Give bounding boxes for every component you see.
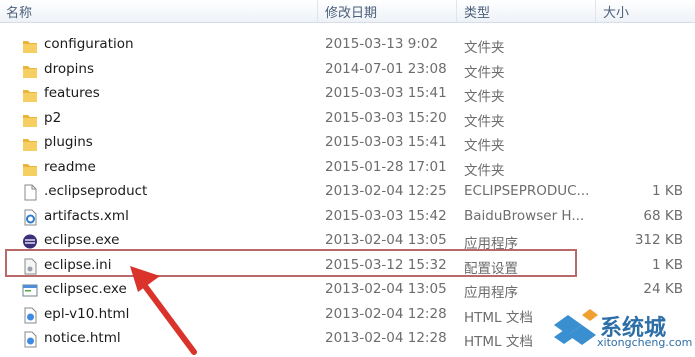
file-type: 文件夹 <box>464 162 505 179</box>
file-row[interactable]: configuration 2015-03-13 9:02 文件夹 <box>0 34 695 58</box>
file-type: 文件夹 <box>464 89 505 105</box>
folder-icon <box>22 37 38 54</box>
file-name: notice.html <box>44 330 121 346</box>
column-divider[interactable] <box>317 0 318 22</box>
column-header-bar: 名称 修改日期 类型 大小 <box>0 0 695 23</box>
file-size: 68 KB <box>643 207 683 224</box>
highlight-box <box>5 249 577 277</box>
file-type: 文件夹 <box>464 138 505 154</box>
file-name: plugins <box>44 134 93 150</box>
file-row[interactable]: features 2015-03-03 15:41 文件夹 <box>0 83 695 107</box>
file-date: 2013-02-04 13:05 <box>325 281 447 297</box>
file-name: artifacts.xml <box>44 207 129 224</box>
file-name: epl-v10.html <box>44 305 130 322</box>
column-header-name[interactable]: 名称 <box>6 2 32 21</box>
column-divider[interactable] <box>456 0 457 22</box>
file-row[interactable]: eclipsec.exe 2013-02-04 13:05 应用程序 24 KB <box>0 279 695 303</box>
file-name: dropins <box>44 60 94 77</box>
xml-file-icon <box>22 209 38 226</box>
file-size: 24 KB <box>643 281 683 297</box>
exe-file-icon <box>22 282 38 299</box>
file-row[interactable]: .eclipseproduct 2013-02-04 12:25 ECLIPSEPR… <box>0 181 695 205</box>
file-type: ECLIPSEPRODUC... <box>464 183 590 199</box>
file-date: 2015-03-03 15:20 <box>325 109 447 126</box>
file-date: 2013-02-04 13:05 <box>325 232 447 248</box>
file-name: eclipsec.exe <box>44 281 127 297</box>
html-file-icon <box>22 331 38 348</box>
eclipse-app-icon <box>22 233 38 250</box>
file-size: 312 KB <box>634 232 683 248</box>
column-header-type[interactable]: 类型 <box>464 2 490 21</box>
file-date: 2013-02-04 12:28 <box>325 330 447 346</box>
file-type: 应用程序 <box>464 285 518 301</box>
folder-icon <box>22 111 38 128</box>
file-type: HTML 文档 <box>464 334 533 350</box>
file-type: 文件夹 <box>464 64 505 81</box>
file-name: .eclipseproduct <box>44 183 148 199</box>
column-divider[interactable] <box>595 0 596 22</box>
folder-icon <box>22 135 38 152</box>
file-type: HTML 文档 <box>464 309 533 326</box>
column-header-size[interactable]: 大小 <box>603 2 629 21</box>
file-icon <box>22 184 38 201</box>
file-type: 文件夹 <box>464 40 505 56</box>
html-file-icon <box>22 307 38 324</box>
file-name: eclipse.exe <box>44 232 120 248</box>
file-date: 2015-03-03 15:42 <box>325 207 447 224</box>
file-type: 文件夹 <box>464 113 505 130</box>
file-size: 1 KB <box>652 256 683 273</box>
file-name: readme <box>44 158 96 175</box>
file-date: 2015-03-03 15:41 <box>325 134 447 150</box>
file-date: 2015-01-28 17:01 <box>325 158 447 175</box>
file-row[interactable]: artifacts.xml 2015-03-03 15:42 BaiduBrowse… <box>0 206 695 230</box>
file-name: p2 <box>44 109 62 126</box>
file-date: 2013-02-04 12:25 <box>325 183 447 199</box>
file-row[interactable]: p2 2015-03-03 15:20 文件夹 <box>0 108 695 132</box>
column-header-date[interactable]: 修改日期 <box>325 2 377 21</box>
folder-icon <box>22 160 38 177</box>
folder-icon <box>22 62 38 79</box>
file-date: 2013-02-04 12:28 <box>325 305 447 322</box>
file-row[interactable]: dropins 2014-07-01 23:08 文件夹 <box>0 59 695 83</box>
file-date: 2015-03-03 15:41 <box>325 85 447 101</box>
file-size: 1 KB <box>652 183 683 199</box>
file-date: 2015-03-13 9:02 <box>325 36 439 52</box>
file-type: BaiduBrowser H... <box>464 207 585 224</box>
file-row[interactable]: plugins 2015-03-03 15:41 文件夹 <box>0 132 695 156</box>
file-name: configuration <box>44 36 134 52</box>
watermark-url: xitongcheng.com <box>597 336 693 349</box>
file-date: 2014-07-01 23:08 <box>325 60 447 77</box>
folder-icon <box>22 86 38 103</box>
file-name: features <box>44 85 100 101</box>
file-row[interactable]: readme 2015-01-28 17:01 文件夹 <box>0 157 695 181</box>
